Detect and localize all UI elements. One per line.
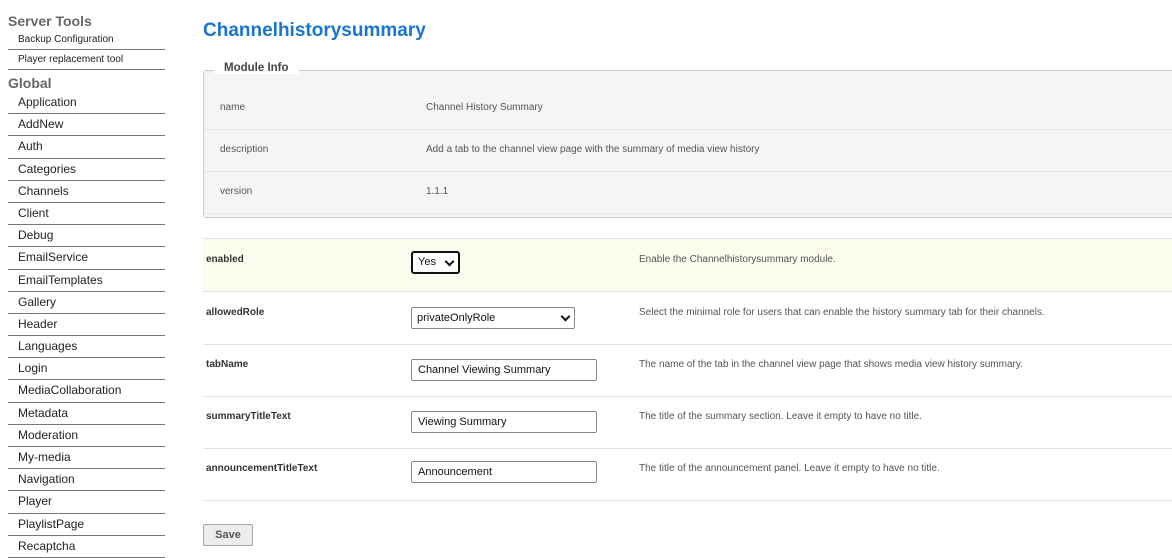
- sidebar-item-player-replacement-tool[interactable]: Player replacement tool: [8, 50, 165, 70]
- info-row-description: description Add a tab to the channel vie…: [204, 129, 1172, 172]
- info-value: 1.1.1: [426, 186, 449, 197]
- config-row-allowed-role: allowedRole privateOnlyRole Select the m…: [203, 292, 1172, 345]
- allowed-role-select-value: privateOnlyRole: [417, 312, 496, 324]
- config-description: The title of the summary section. Leave …: [639, 411, 922, 422]
- sidebar-item-metadata[interactable]: Metadata: [8, 403, 165, 425]
- enabled-select[interactable]: Yes: [411, 251, 460, 274]
- config-label: summaryTitleText: [206, 411, 291, 422]
- sidebar-item-application[interactable]: Application: [8, 92, 165, 115]
- info-row-name: name Channel History Summary: [204, 87, 1172, 130]
- sidebar-item-backup-configuration[interactable]: Backup Configuration: [8, 30, 165, 50]
- config-description: The name of the tab in the channel view …: [639, 359, 1023, 370]
- config-label: announcementTitleText: [206, 463, 318, 474]
- config-label: enabled: [206, 254, 244, 265]
- sidebar-item-login[interactable]: Login: [8, 358, 165, 381]
- sidebar-heading-server-tools: Server Tools: [8, 13, 92, 29]
- config-row-tab-name: tabName Channel Viewing Summary The name…: [203, 344, 1172, 397]
- sidebar-item-debug[interactable]: Debug: [8, 225, 165, 248]
- config-description: The title of the announcement panel. Lea…: [639, 463, 940, 474]
- sidebar-item-emailtemplates[interactable]: EmailTemplates: [8, 270, 165, 292]
- module-info-panel: Module Info name Channel History Summary…: [203, 62, 1172, 218]
- announcement-title-text-input[interactable]: Announcement: [411, 461, 597, 483]
- sidebar-item-emailservice[interactable]: EmailService: [8, 247, 165, 270]
- sidebar-item-moderation[interactable]: Moderation: [8, 425, 165, 447]
- sidebar: Server Tools Backup Configuration Player…: [0, 0, 170, 558]
- sidebar-item-channels[interactable]: Channels: [8, 181, 165, 203]
- chevron-down-icon: [560, 311, 571, 322]
- config-description: Enable the Channelhistorysummary module.: [639, 254, 836, 265]
- config-description: Select the minimal role for users that c…: [639, 307, 1045, 318]
- info-key: version: [220, 186, 253, 197]
- sidebar-item-languages[interactable]: Languages: [8, 336, 165, 359]
- info-value: Channel History Summary: [426, 102, 543, 113]
- sidebar-item-client[interactable]: Client: [8, 203, 165, 226]
- info-key: description: [220, 144, 269, 155]
- tab-name-input[interactable]: Channel Viewing Summary: [411, 359, 597, 381]
- sidebar-item-gallery[interactable]: Gallery: [8, 292, 165, 314]
- config-label: allowedRole: [206, 307, 265, 318]
- config-row-announcement-title-text: announcementTitleText Announcement The t…: [203, 448, 1172, 501]
- save-button[interactable]: Save: [203, 524, 253, 546]
- summary-title-text-input[interactable]: Viewing Summary: [411, 411, 597, 433]
- page-title: Channelhistorysummary: [203, 20, 426, 41]
- sidebar-heading-global: Global: [8, 75, 52, 91]
- config-row-enabled: enabled Yes Enable the Channelhistorysum…: [203, 238, 1172, 292]
- module-info-legend: Module Info: [214, 62, 299, 74]
- sidebar-item-categories[interactable]: Categories: [8, 159, 165, 181]
- sidebar-item-mediacollaboration[interactable]: MediaCollaboration: [8, 380, 165, 403]
- sidebar-item-my-media[interactable]: My-media: [8, 447, 165, 470]
- info-value: Add a tab to the channel view page with …: [426, 144, 760, 155]
- sidebar-item-recaptcha[interactable]: Recaptcha: [8, 536, 165, 558]
- info-row-version: version 1.1.1: [204, 171, 1172, 214]
- config-label: tabName: [206, 359, 249, 370]
- info-key: name: [220, 102, 246, 113]
- sidebar-item-addnew[interactable]: AddNew: [8, 114, 165, 137]
- config-row-summary-title-text: summaryTitleText Viewing Summary The tit…: [203, 396, 1172, 449]
- sidebar-item-auth[interactable]: Auth: [8, 136, 165, 159]
- allowed-role-select[interactable]: privateOnlyRole: [411, 307, 575, 329]
- chevron-down-icon: [444, 256, 455, 267]
- sidebar-item-playlistpage[interactable]: PlaylistPage: [8, 514, 165, 536]
- sidebar-item-player[interactable]: Player: [8, 491, 165, 514]
- sidebar-item-navigation[interactable]: Navigation: [8, 469, 165, 492]
- sidebar-item-header[interactable]: Header: [8, 314, 165, 337]
- enabled-select-value: Yes: [418, 256, 436, 268]
